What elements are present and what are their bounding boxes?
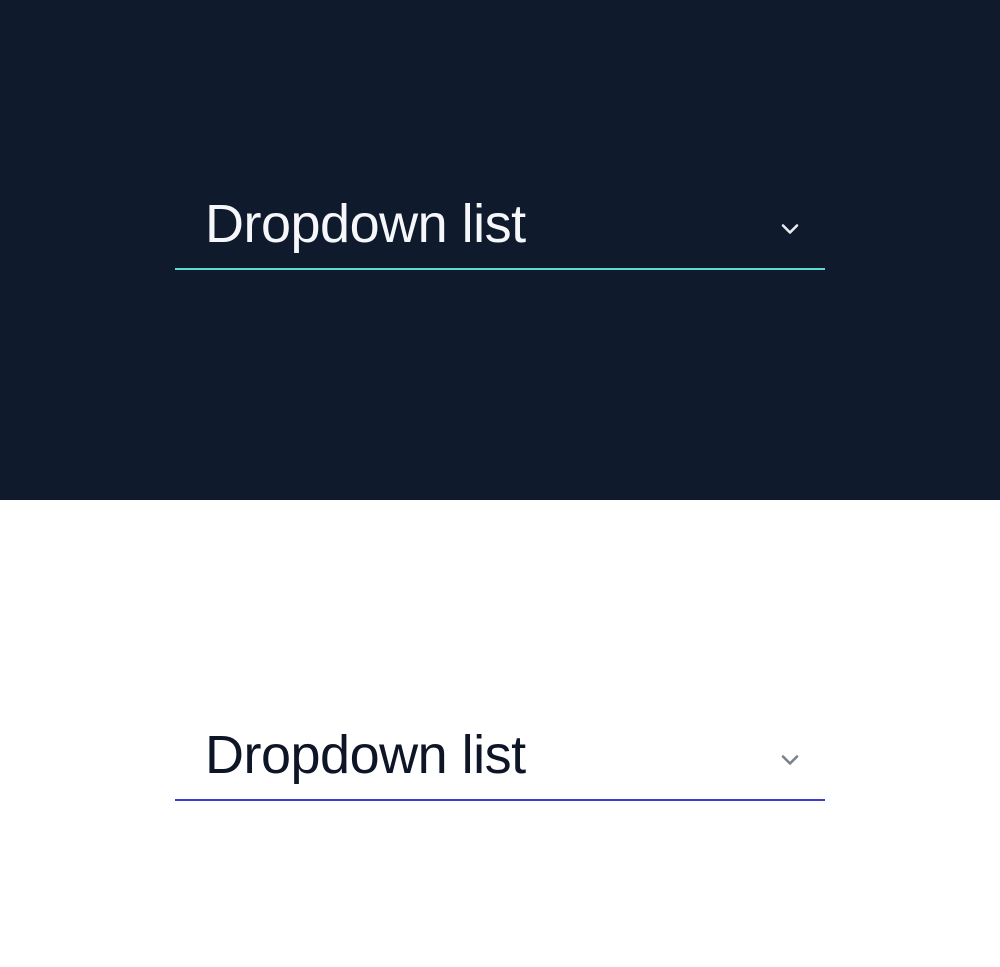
dropdown-dark[interactable]: Dropdown list [175, 195, 825, 270]
theme-comparison-container: Dropdown list Dropdown list [0, 0, 1000, 967]
chevron-down-icon [775, 745, 805, 775]
dark-theme-panel: Dropdown list [0, 0, 1000, 500]
dropdown-light-label: Dropdown list [205, 726, 526, 785]
dropdown-light[interactable]: Dropdown list [175, 726, 825, 801]
dropdown-dark-label: Dropdown list [205, 195, 526, 254]
chevron-down-icon [775, 214, 805, 244]
light-theme-panel: Dropdown list [0, 500, 1000, 967]
